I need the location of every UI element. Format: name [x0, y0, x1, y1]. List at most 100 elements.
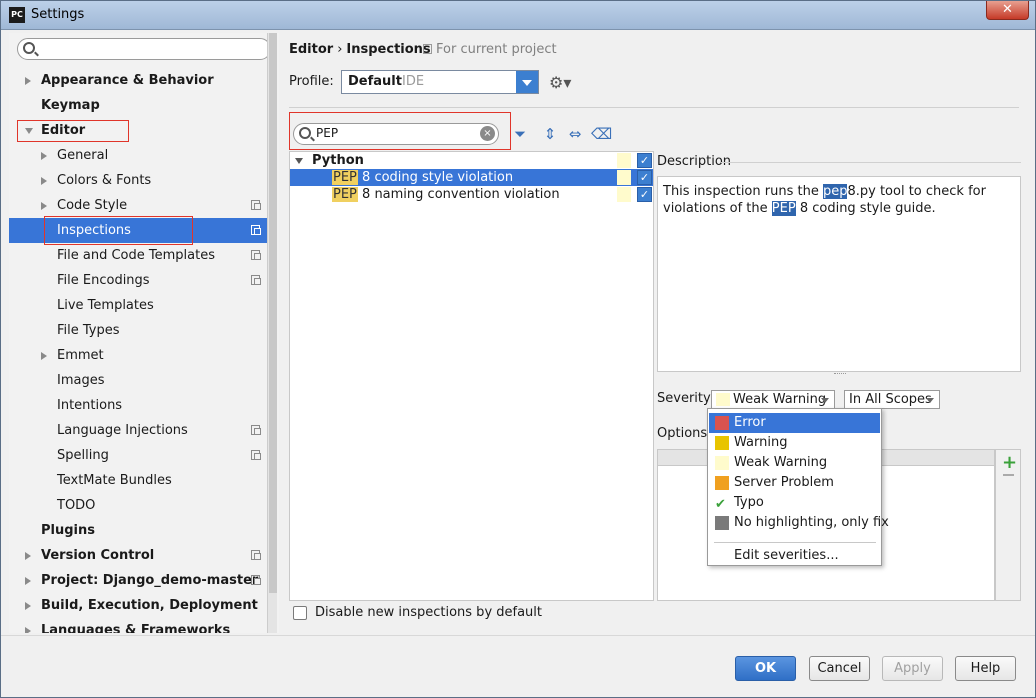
profile-select[interactable]: Default IDE — [341, 70, 539, 94]
menu-item-label: Typo — [734, 495, 764, 510]
help-button[interactable]: Help — [955, 656, 1016, 681]
sidebar-item-file-and-code-templates[interactable]: File and Code Templates — [9, 243, 271, 268]
sidebar-item-label: File Types — [57, 323, 120, 338]
chevron-right-icon[interactable] — [41, 352, 47, 360]
close-button[interactable]: ✕ — [986, 1, 1029, 20]
project-copy-icon — [251, 250, 261, 260]
chevron-right-icon[interactable] — [41, 202, 47, 210]
chevron-right-icon[interactable] — [25, 602, 31, 610]
add-icon[interactable]: + — [1002, 452, 1017, 473]
sidebar-item-label: Appearance & Behavior — [41, 73, 214, 88]
menu-item-server-problem[interactable]: Server Problem — [709, 473, 880, 493]
sidebar-item-label: Build, Execution, Deployment — [41, 598, 258, 613]
sidebar-item-languages-frameworks[interactable]: Languages & Frameworks — [9, 618, 271, 633]
sidebar-item-intentions[interactable]: Intentions — [9, 393, 271, 418]
typo-check-icon: ✔ — [715, 497, 726, 512]
sidebar-item-label: Images — [57, 373, 105, 388]
sidebar-item-file-types[interactable]: File Types — [9, 318, 271, 343]
match-highlight: PEP — [332, 187, 358, 202]
tree-group-python[interactable]: Python ✓ — [290, 152, 653, 169]
severity-select[interactable]: Weak Warning — [711, 390, 835, 409]
sidebar-item-emmet[interactable]: Emmet — [9, 343, 271, 368]
breadcrumb-inspections: Inspections — [346, 42, 431, 57]
description-highlight: PEP — [771, 201, 796, 216]
severity-swatch — [617, 153, 631, 168]
menu-item-error[interactable]: Error — [709, 413, 880, 433]
menu-item-weak-warning[interactable]: Weak Warning — [709, 453, 880, 473]
sidebar-item-language-injections[interactable]: Language Injections — [9, 418, 271, 443]
settings-search-input[interactable] — [17, 38, 271, 60]
remove-icon[interactable] — [1003, 474, 1014, 476]
sidebar-item-todo[interactable]: TODO — [9, 493, 271, 518]
annotation-box-inspections — [44, 216, 193, 245]
inspection-checkbox[interactable]: ✓ — [637, 187, 652, 202]
sidebar-item-label: Plugins — [41, 523, 95, 538]
chevron-right-icon[interactable] — [41, 177, 47, 185]
chevron-down-icon — [926, 398, 934, 403]
chevron-right-icon[interactable] — [25, 627, 31, 633]
inspection-row[interactable]: PEP 8 naming convention violation ✓ — [290, 186, 653, 203]
splitter-handle[interactable] — [834, 373, 846, 375]
gear-icon[interactable]: ⚙▾ — [549, 73, 571, 92]
menu-separator — [714, 542, 876, 543]
sidebar-item-plugins[interactable]: Plugins — [9, 518, 271, 543]
ok-button[interactable]: OK — [735, 656, 796, 681]
sidebar-item-project-django-demo-master[interactable]: Project: Django_demo-master — [9, 568, 271, 593]
menu-item-label: Edit severities... — [734, 548, 839, 563]
divider — [289, 107, 1019, 108]
reset-icon[interactable]: ⌫ — [591, 125, 612, 143]
project-copy-icon — [251, 200, 261, 210]
chevron-down-icon[interactable] — [295, 158, 303, 164]
dialog-button-bar: OK Cancel Apply Help — [1, 635, 1035, 697]
severity-color-icon — [715, 456, 729, 470]
chevron-right-icon[interactable] — [25, 577, 31, 585]
sidebar-item-images[interactable]: Images — [9, 368, 271, 393]
sidebar-item-version-control[interactable]: Version Control — [9, 543, 271, 568]
collapse-all-icon[interactable]: ⇔ — [566, 125, 584, 143]
clear-search-icon[interactable]: × — [480, 126, 495, 141]
menu-item-no-highlighting-only-fix[interactable]: No highlighting, only fix — [709, 513, 889, 533]
inspection-label-text: 8 coding style violation — [357, 170, 514, 185]
for-project-hint: For current project — [423, 42, 557, 57]
menu-item-typo[interactable]: ✔ Typo — [709, 493, 880, 513]
menu-item-edit-severities[interactable]: Edit severities... — [709, 546, 880, 566]
chevron-right-icon[interactable] — [25, 552, 31, 560]
description-box: This inspection runs the pep8.py tool to… — [657, 176, 1021, 372]
inspection-checkbox[interactable]: ✓ — [637, 170, 652, 185]
sidebar-item-keymap[interactable]: Keymap — [9, 93, 271, 118]
sidebar-item-build-execution-deployment[interactable]: Build, Execution, Deployment — [9, 593, 271, 618]
sidebar-scrollbar-thumb[interactable] — [269, 33, 277, 593]
chevron-right-icon[interactable] — [41, 152, 47, 160]
group-label: Python — [312, 153, 364, 168]
severity-color-icon — [715, 416, 729, 430]
filter-icon[interactable]: ⏷ — [511, 125, 529, 143]
sidebar-item-general[interactable]: General — [9, 143, 271, 168]
project-copy-icon — [251, 225, 261, 235]
sidebar-item-code-style[interactable]: Code Style — [9, 193, 271, 218]
sidebar-item-spelling[interactable]: Spelling — [9, 443, 271, 468]
severity-value: Weak Warning — [733, 392, 827, 407]
scope-select[interactable]: In All Scopes — [844, 390, 940, 409]
sidebar-item-live-templates[interactable]: Live Templates — [9, 293, 271, 318]
disable-new-inspections-checkbox[interactable] — [293, 606, 307, 620]
apply-button[interactable]: Apply — [882, 656, 943, 681]
sidebar-item-colors-fonts[interactable]: Colors & Fonts — [9, 168, 271, 193]
chevron-down-icon[interactable] — [516, 71, 538, 93]
group-checkbox[interactable]: ✓ — [637, 153, 652, 168]
sidebar-item-textmate-bundles[interactable]: TextMate Bundles — [9, 468, 271, 493]
options-label: Options — [657, 426, 708, 441]
sidebar-item-file-encodings[interactable]: File Encodings — [9, 268, 271, 293]
inspection-row[interactable]: PEP 8 coding style violation ✓ — [290, 169, 653, 186]
chevron-right-icon[interactable] — [25, 77, 31, 85]
sidebar-item-appearance-behavior[interactable]: Appearance & Behavior — [9, 68, 271, 93]
severity-dropdown-menu: Error Warning Weak Warning Server Problem ✔ T… — [707, 408, 889, 566]
window-title: Settings — [31, 7, 85, 22]
expand-all-icon[interactable]: ⇕ — [541, 125, 559, 143]
cancel-button[interactable]: Cancel — [809, 656, 870, 681]
description-text: This inspection runs the — [663, 184, 823, 199]
inspection-tree: Python ✓ PEP 8 coding style violation ✓ PE… — [289, 151, 654, 601]
sidebar-scrollbar[interactable] — [267, 33, 277, 633]
sidebar-item-label: Emmet — [57, 348, 104, 363]
inspection-search-input[interactable]: PEP × — [293, 123, 499, 145]
menu-item-warning[interactable]: Warning — [709, 433, 880, 453]
